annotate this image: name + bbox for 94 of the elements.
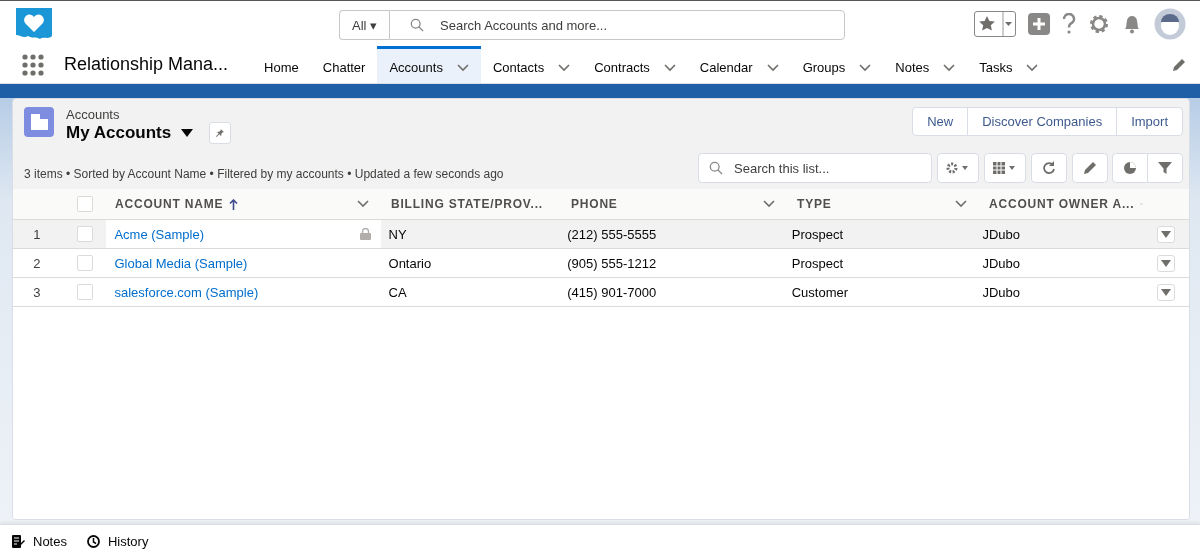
pencil-icon <box>1083 161 1097 175</box>
column-header[interactable]: BILLING STATE/PROV... <box>391 197 543 211</box>
row-actions-button[interactable] <box>1157 283 1176 301</box>
table-cell: Prospect <box>791 255 844 271</box>
table-cell: CA <box>388 284 407 300</box>
action-button[interactable]: Import <box>1116 107 1183 136</box>
table-cell: (905) 555-1212 <box>567 255 657 271</box>
list-summary: 3 items • Sorted by Account Name • Filtered by my accounts • Updated a few seconds ago <box>24 167 504 181</box>
refresh-icon <box>1042 161 1056 175</box>
account-link[interactable]: Acme (Sample) <box>114 226 204 242</box>
utility-item[interactable]: History <box>82 533 153 549</box>
edit-icon[interactable] <box>1172 57 1186 72</box>
chevron-down-icon[interactable] <box>766 63 779 72</box>
pie-chart-icon <box>1123 161 1137 175</box>
dropdown-icon[interactable] <box>181 129 194 137</box>
account-link[interactable]: salesforce.com (Sample) <box>114 284 259 300</box>
caret-down-icon <box>1161 259 1172 267</box>
column-header[interactable]: ACCOUNT OWNER A... <box>989 197 1135 211</box>
table-cell: JDubo <box>982 284 1020 300</box>
nav-tab[interactable]: Calendar <box>687 46 791 83</box>
select-all-checkbox[interactable] <box>77 196 93 212</box>
column-header[interactable]: PHONE <box>571 197 618 211</box>
chevron-down-icon[interactable] <box>943 63 956 72</box>
clock-icon <box>86 534 100 548</box>
list-settings-button[interactable] <box>937 153 979 183</box>
action-button[interactable]: Discover Companies <box>967 107 1118 136</box>
chevron-down-icon[interactable] <box>357 200 369 208</box>
row-checkbox[interactable] <box>76 255 93 271</box>
logo-icon[interactable] <box>14 5 54 42</box>
app-launcher-icon[interactable] <box>22 53 44 76</box>
list-search-field[interactable]: Search this list... <box>732 159 921 177</box>
search-scope-dropdown[interactable]: All ▾ <box>339 10 390 40</box>
search-icon <box>709 161 723 175</box>
chevron-down-icon[interactable] <box>763 200 775 208</box>
nav-tab[interactable]: Contracts <box>582 46 688 83</box>
chevron-down-icon[interactable] <box>558 63 571 72</box>
global-search-box[interactable]: Search Accounts and more... <box>389 10 845 40</box>
chevron-down-icon[interactable] <box>663 63 676 72</box>
nav-tab[interactable]: Accounts <box>377 46 481 83</box>
global-search-field[interactable]: Search Accounts and more... <box>438 16 844 34</box>
filter-button[interactable] <box>1147 153 1183 183</box>
lock-icon <box>359 228 371 240</box>
settings-icon[interactable] <box>1088 12 1110 35</box>
table-cell: (415) 901-7000 <box>567 284 657 300</box>
refresh-button[interactable] <box>1031 153 1067 183</box>
chart-button[interactable] <box>1112 153 1148 183</box>
nav-tab[interactable]: Notes <box>883 46 968 83</box>
display-as-button[interactable] <box>984 153 1026 183</box>
avatar[interactable] <box>1154 7 1186 40</box>
chevron-down-icon[interactable] <box>1026 63 1039 72</box>
filter-icon <box>1158 161 1172 175</box>
caret-down-icon <box>1161 288 1172 296</box>
list-search-box[interactable]: Search this list... <box>698 153 932 183</box>
column-header[interactable]: ACCOUNT NAME <box>115 197 239 211</box>
help-icon[interactable] <box>1062 12 1076 35</box>
nav-tab[interactable]: Chatter <box>310 46 378 83</box>
caret-down-icon <box>1161 230 1172 238</box>
list-view-name: My Accounts <box>66 123 172 143</box>
favorites-button[interactable] <box>974 10 1016 37</box>
row-number: 2 <box>33 255 41 271</box>
row-actions-button[interactable] <box>1157 225 1176 243</box>
row-number: 3 <box>33 284 41 300</box>
sort-ascending-icon <box>229 198 239 210</box>
add-icon[interactable] <box>1028 12 1050 35</box>
table-cell: Customer <box>791 284 849 300</box>
table-cell: NY <box>388 226 407 242</box>
column-header[interactable]: TYPE <box>797 197 832 211</box>
row-checkbox[interactable] <box>76 284 93 300</box>
table-cell: Prospect <box>791 226 844 242</box>
table-cell: JDubo <box>982 226 1020 242</box>
pin-icon <box>216 127 225 139</box>
nav-tab[interactable]: Tasks <box>967 46 1051 83</box>
account-link[interactable]: Global Media (Sample) <box>114 255 248 271</box>
table-cell: (212) 555-5555 <box>567 226 657 242</box>
row-number: 1 <box>33 226 41 242</box>
notes-icon <box>12 534 25 548</box>
table-cell: Ontario <box>388 255 432 271</box>
edit-button[interactable] <box>1072 153 1108 183</box>
table-cell: JDubo <box>982 255 1020 271</box>
chevron-down-icon[interactable] <box>859 63 872 72</box>
nav-tab[interactable]: Groups <box>790 46 884 83</box>
action-button[interactable]: New <box>912 107 969 136</box>
row-actions-button[interactable] <box>1157 254 1176 272</box>
utility-item[interactable]: Notes <box>8 533 71 549</box>
row-checkbox[interactable] <box>76 226 93 242</box>
app-name: Relationship Mana... <box>64 54 229 75</box>
chevron-down-icon[interactable] <box>955 200 967 208</box>
search-icon <box>410 18 425 32</box>
pin-button[interactable] <box>209 122 232 144</box>
nav-tab[interactable]: Home <box>252 46 311 83</box>
table-icon <box>993 162 1017 174</box>
nav-tab[interactable]: Contacts <box>480 46 583 83</box>
object-label: Accounts <box>66 107 121 122</box>
chevron-down-icon[interactable] <box>456 63 469 72</box>
